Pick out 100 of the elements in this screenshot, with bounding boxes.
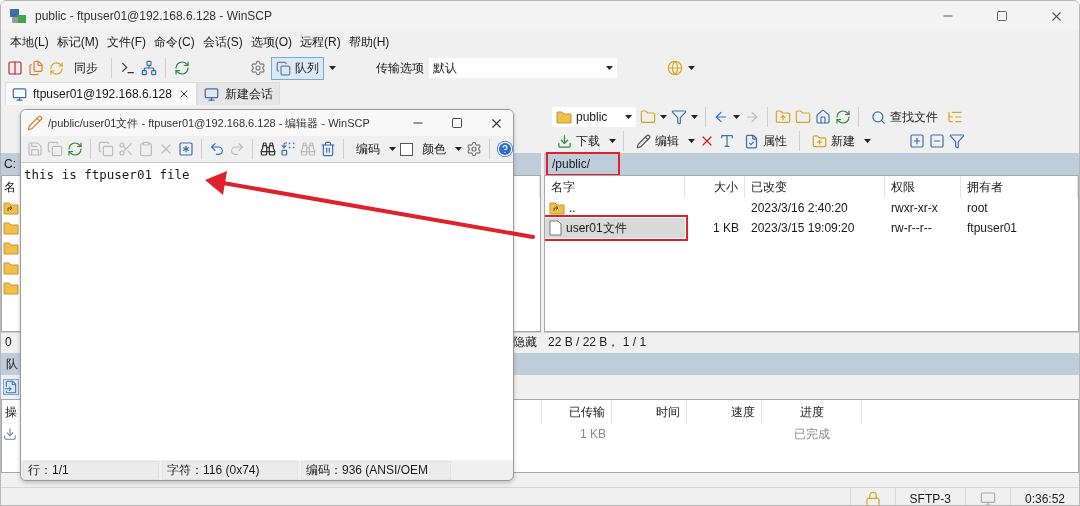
unselect-icon[interactable]	[929, 133, 945, 149]
file-name-cell[interactable]: user01文件	[545, 218, 685, 238]
modified-cell-text: 2023/3/16 2:40:20	[750, 201, 849, 215]
parent-folder-icon	[549, 201, 565, 215]
lock-icon	[864, 491, 881, 505]
find-files-button[interactable]: 查找文件	[866, 105, 943, 129]
find-icon[interactable]	[260, 141, 276, 157]
back-icon[interactable]	[713, 109, 729, 125]
parent-folder-icon	[3, 201, 19, 215]
column-header[interactable]: 名字	[545, 176, 685, 198]
caret-icon[interactable]	[389, 147, 396, 151]
sync-files-icon[interactable]	[28, 60, 44, 76]
session-tab[interactable]: 新建会话	[196, 82, 280, 105]
refresh-icon[interactable]	[835, 109, 851, 125]
connection-icon[interactable]	[141, 60, 157, 76]
sync-button[interactable]: 同步	[69, 56, 103, 80]
caret-icon[interactable]	[606, 66, 613, 70]
toolbar-button[interactable]: 新建	[807, 129, 860, 153]
select-all-icon[interactable]	[178, 141, 194, 157]
monitor-icon[interactable]	[12, 86, 27, 102]
location-dropdown[interactable]: public	[552, 107, 636, 127]
menu-item[interactable]: 帮助(H)	[345, 33, 393, 51]
caret-icon[interactable]	[329, 66, 336, 70]
caret-icon[interactable]	[733, 115, 740, 119]
undo-icon[interactable]	[209, 141, 225, 157]
column-header[interactable]: 已传输	[542, 400, 612, 424]
folder-icon	[3, 241, 19, 255]
editor-title: /public/user01文件 - ftpuser01@192.168.6.128 - 编辑器 - WinSCP	[48, 115, 371, 131]
caret-icon[interactable]	[688, 66, 695, 70]
search-icon[interactable]	[871, 109, 886, 125]
menu-item[interactable]: 会话(S)	[199, 33, 246, 51]
caret-icon[interactable]	[660, 115, 667, 119]
settings-icon[interactable]	[250, 60, 266, 76]
settings-icon[interactable]	[466, 141, 482, 157]
folder-icon	[3, 261, 19, 275]
status-text: 0	[5, 335, 12, 349]
app-icon	[9, 7, 27, 25]
color-checkbox[interactable]	[400, 142, 413, 156]
editor-status-text: 行：1/1	[23, 461, 159, 480]
toolbar-button[interactable]: 下载	[552, 129, 605, 153]
toolbar-button[interactable]: 属性	[739, 129, 792, 153]
rename-icon[interactable]	[719, 133, 735, 149]
transfer-options-dropdown[interactable]: 默认	[429, 58, 617, 78]
protocol-status: SFTP-3	[894, 488, 965, 505]
column-header[interactable]: 拥有者	[961, 176, 1078, 198]
caret-icon[interactable]	[625, 115, 632, 119]
select-icon[interactable]	[909, 133, 925, 149]
caret-icon[interactable]	[688, 139, 695, 143]
toolbar-button[interactable]: 编辑	[631, 129, 684, 153]
terminal-icon[interactable]	[120, 60, 136, 76]
column-header[interactable]: 大小	[685, 176, 745, 198]
monitor-icon[interactable]	[203, 86, 219, 102]
menu-item[interactable]: 文件(F)	[103, 33, 149, 51]
download-icon[interactable]	[557, 133, 572, 149]
queue-icon[interactable]	[276, 60, 291, 76]
queue-title: 队	[6, 355, 18, 373]
edit-icon[interactable]	[636, 133, 651, 149]
column-header[interactable]: 速度	[687, 400, 762, 424]
caret-icon[interactable]	[455, 147, 462, 151]
column-header[interactable]: 权限	[885, 176, 961, 198]
queue-icon[interactable]	[3, 379, 19, 395]
caret-icon[interactable]	[691, 115, 698, 119]
column-header[interactable]: 进度	[762, 400, 862, 424]
encoding-button[interactable]: 编码	[351, 137, 385, 161]
menu-item[interactable]: 命令(C)	[151, 33, 198, 51]
menu-item[interactable]: 远程(R)	[297, 33, 344, 51]
queue-button[interactable]: 队列	[271, 56, 324, 80]
transfer-options-label: 传输选项	[376, 59, 424, 77]
session-time: 0:36:52	[1009, 488, 1079, 505]
maximize-icon[interactable]	[996, 10, 1008, 22]
reload-icon[interactable]	[67, 141, 83, 157]
folder-icon	[3, 281, 19, 295]
menu-item[interactable]: 选项(O)	[247, 33, 295, 51]
refresh-icon[interactable]	[174, 60, 190, 76]
owner-cell-text: root	[966, 201, 989, 215]
caret-icon[interactable]	[864, 139, 871, 143]
color-button[interactable]: 颜色	[417, 137, 451, 161]
filter-icon[interactable]	[671, 109, 687, 125]
compare-icon[interactable]	[7, 60, 23, 76]
menu-item[interactable]: 标记(M)	[53, 33, 102, 51]
column-header[interactable]: 已改变	[745, 176, 885, 198]
home-icon[interactable]	[815, 109, 831, 125]
window-title: public - ftpuser01@192.168.6.128 - WinSCP	[35, 9, 273, 23]
permissions-cell-text: rwxr-xr-x	[890, 201, 939, 215]
editor-app-icon	[27, 115, 43, 131]
editor-text: this is ftpuser01 file	[24, 167, 190, 182]
replace-icon[interactable]	[280, 141, 296, 157]
maximize-icon[interactable]	[451, 117, 463, 129]
editor-status-text: 字符：116 (0x74)	[162, 461, 298, 480]
size-cell-text: 1 KB	[712, 221, 740, 235]
properties-icon[interactable]	[744, 133, 759, 149]
session-tab[interactable]: ftpuser01@192.168.6.128	[5, 82, 197, 105]
help-icon[interactable]	[497, 141, 513, 157]
transferred-cell-text: 1 KB	[579, 427, 607, 441]
filter-icon[interactable]	[949, 133, 965, 149]
permissions-cell-text: rw-r--r--	[890, 221, 933, 235]
caret-icon[interactable]	[609, 139, 616, 143]
menu-item[interactable]: 本地(L)	[7, 33, 52, 51]
file-name-cell[interactable]: ..	[545, 198, 685, 218]
column-header[interactable]: 时间	[612, 400, 687, 424]
